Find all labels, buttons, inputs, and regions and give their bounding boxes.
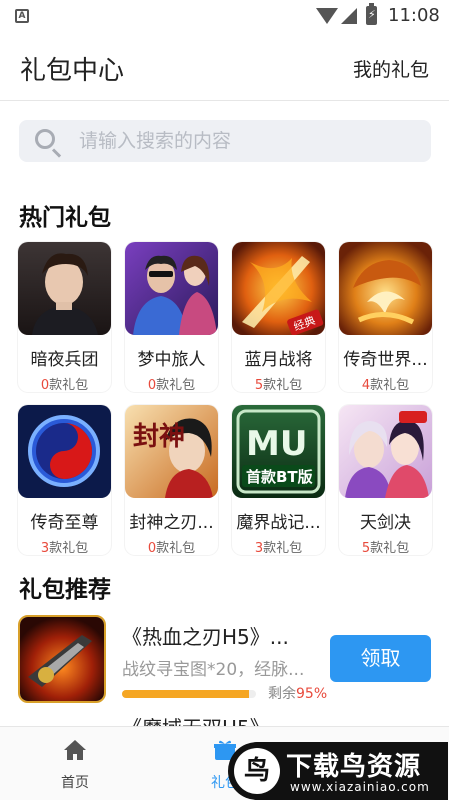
claim-button[interactable]: 领取 [330, 635, 431, 682]
game-card[interactable]: 传奇世界... 4款礼包 [339, 242, 432, 393]
my-gifts-link[interactable]: 我的礼包 [353, 55, 429, 82]
recommend-title: 《热血之刃H5》... [122, 625, 289, 649]
game-card[interactable]: 梦中旅人 0款礼包 [125, 242, 218, 393]
battery-icon: ⚡ [366, 3, 377, 25]
recommend-item[interactable]: 《热血之刃H5》... 战纹寻宝图*20，经脉... 剩余95% 领取 [18, 615, 431, 703]
notification-icon: A [15, 9, 29, 23]
hot-section-title: 热门礼包 [19, 205, 111, 231]
search-input[interactable] [79, 120, 419, 162]
game-name: 暗夜兵团 [30, 350, 99, 370]
gift-count: 0款礼包 [147, 378, 196, 393]
watermark-title: 下载鸟资源 [286, 752, 422, 782]
svg-text:首款BT版: 首款BT版 [246, 468, 313, 486]
signal-icon [341, 8, 357, 24]
home-icon [64, 740, 86, 760]
gift-count: 4款礼包 [361, 378, 410, 393]
gift-count: 0款礼包 [147, 541, 196, 556]
game-icon [18, 242, 111, 335]
game-icon [339, 242, 432, 335]
status-bar: A ⚡ 11:08 [0, 0, 449, 32]
watermark-bird-icon: 鸟 [234, 748, 280, 794]
gift-count: 3款礼包 [40, 541, 89, 556]
game-card[interactable]: 封神 封神之刃... 0款礼包 [125, 405, 218, 556]
page-title: 礼包中心 [20, 56, 125, 86]
progress-fill [122, 690, 250, 698]
search-bar[interactable] [19, 120, 431, 162]
remaining-progress-bar [122, 690, 256, 698]
svg-text:MU: MU [246, 424, 307, 464]
wifi-icon [316, 8, 338, 24]
game-name: 梦中旅人 [137, 350, 206, 370]
game-icon [339, 405, 432, 498]
game-card[interactable]: 天剑决 5款礼包 [339, 405, 432, 556]
game-name: 魔界战记... [236, 513, 321, 533]
search-icon [35, 129, 55, 149]
game-icon: MU 首款BT版 [232, 405, 325, 498]
nav-home-label: 首页 [61, 775, 89, 791]
gift-count: 3款礼包 [254, 541, 303, 556]
app-header: 礼包中心 我的礼包 [0, 32, 449, 101]
clock: 11:08 [388, 5, 440, 26]
game-icon: 封神 [125, 405, 218, 498]
game-name: 蓝月战将 [244, 350, 313, 370]
game-name: 天剑决 [360, 513, 411, 533]
game-name: 传奇世界... [343, 350, 428, 370]
game-name: 封神之刃... [129, 513, 214, 533]
recommend-desc: 战纹寻宝图*20，经脉... [122, 660, 305, 680]
gift-count: 0款礼包 [40, 378, 89, 393]
game-icon [18, 405, 111, 498]
game-icon: 经典 [232, 242, 325, 335]
game-card[interactable]: 经典 蓝月战将 5款礼包 [232, 242, 325, 393]
watermark-url: www.xiazainiao.com [290, 780, 430, 794]
game-card[interactable]: 暗夜兵团 0款礼包 [18, 242, 111, 393]
game-card[interactable]: 传奇至尊 3款礼包 [18, 405, 111, 556]
game-name: 传奇至尊 [30, 513, 99, 533]
svg-text:封神: 封神 [133, 422, 185, 452]
game-card[interactable]: MU 首款BT版 魔界战记... 3款礼包 [232, 405, 325, 556]
nav-home[interactable]: 首页 [0, 727, 150, 801]
gift-count: 5款礼包 [361, 541, 410, 556]
game-icon [18, 615, 106, 703]
gift-count: 5款礼包 [254, 378, 303, 393]
watermark-logo: 鸟 下载鸟资源 www.xiazainiao.com [228, 742, 448, 800]
remaining-label: 剩余95% [268, 686, 328, 702]
game-icon [125, 242, 218, 335]
recommend-section-title: 礼包推荐 [19, 577, 111, 603]
